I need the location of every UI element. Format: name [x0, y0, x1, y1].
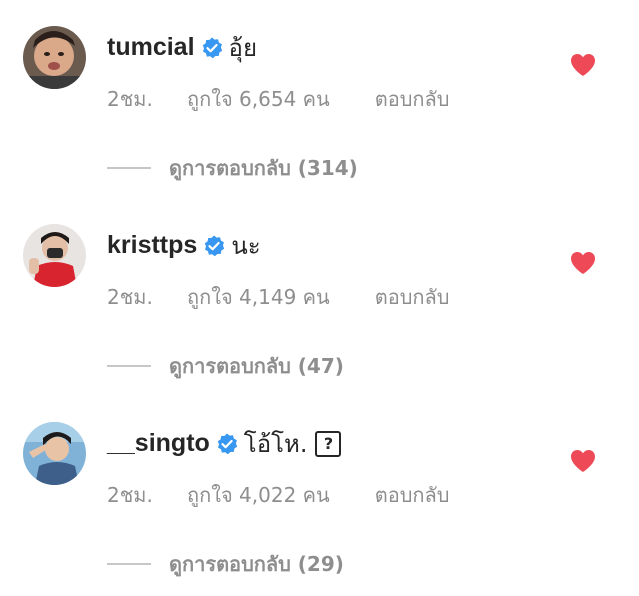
- timestamp: 2ชม.: [107, 483, 153, 507]
- like-count[interactable]: ถูกใจ 4,149 คน: [187, 281, 330, 313]
- view-replies-label: ดูการตอบกลับ (47): [169, 354, 344, 378]
- reply-button[interactable]: ตอบกลับ: [375, 83, 450, 115]
- comment-line: kristtps นะ: [107, 226, 261, 265]
- comment-text: อุ้ย: [228, 34, 258, 62]
- comment-meta: 2ชม. ถูกใจ 4,022 คน ตอบกลับ: [107, 479, 450, 511]
- view-replies-label: ดูการตอบกลับ (29): [169, 552, 344, 576]
- divider: [107, 167, 151, 169]
- verified-badge-icon: [216, 433, 238, 455]
- view-replies-button[interactable]: ดูการตอบกลับ (47): [107, 350, 344, 382]
- username[interactable]: kristtps: [107, 231, 197, 260]
- verified-badge-icon: [203, 235, 225, 257]
- heart-icon[interactable]: [570, 251, 596, 275]
- avatar[interactable]: [23, 224, 86, 287]
- heart-icon[interactable]: [570, 449, 596, 473]
- comment-item: __singto โอ้โห. ? 2ชม. ถูกใจ 4,022 คน ตอ…: [0, 396, 639, 593]
- timestamp: 2ชม.: [107, 87, 153, 111]
- comment-text: โอ้โห.: [243, 430, 308, 458]
- avatar[interactable]: [23, 26, 86, 89]
- comment-text: นะ: [231, 232, 261, 260]
- like-count[interactable]: ถูกใจ 4,022 คน: [187, 479, 330, 511]
- view-replies-button[interactable]: ดูการตอบกลับ (314): [107, 152, 358, 184]
- comment-line: __singto โอ้โห. ?: [107, 424, 342, 463]
- divider: [107, 365, 151, 367]
- username[interactable]: __singto: [107, 429, 210, 458]
- verified-badge-icon: [201, 37, 223, 59]
- comment-item: tumcial อุ้ย 2ชม. ถูกใจ 6,654 คน ตอบกลับ…: [0, 0, 639, 197]
- view-replies-button[interactable]: ดูการตอบกลับ (29): [107, 548, 344, 580]
- username[interactable]: tumcial: [107, 33, 195, 62]
- comment-item: kristtps นะ 2ชม. ถูกใจ 4,149 คน ตอบกลับ …: [0, 198, 639, 395]
- missing-emoji-glyph: ?: [315, 430, 342, 457]
- timestamp: 2ชม.: [107, 285, 153, 309]
- heart-icon[interactable]: [570, 53, 596, 77]
- reply-button[interactable]: ตอบกลับ: [375, 479, 450, 511]
- divider: [107, 563, 151, 565]
- view-replies-label: ดูการตอบกลับ (314): [169, 156, 358, 180]
- reply-button[interactable]: ตอบกลับ: [375, 281, 450, 313]
- avatar[interactable]: [23, 422, 86, 485]
- comment-meta: 2ชม. ถูกใจ 6,654 คน ตอบกลับ: [107, 83, 450, 115]
- like-count[interactable]: ถูกใจ 6,654 คน: [187, 83, 330, 115]
- comment-line: tumcial อุ้ย: [107, 28, 257, 67]
- comment-meta: 2ชม. ถูกใจ 4,149 คน ตอบกลับ: [107, 281, 450, 313]
